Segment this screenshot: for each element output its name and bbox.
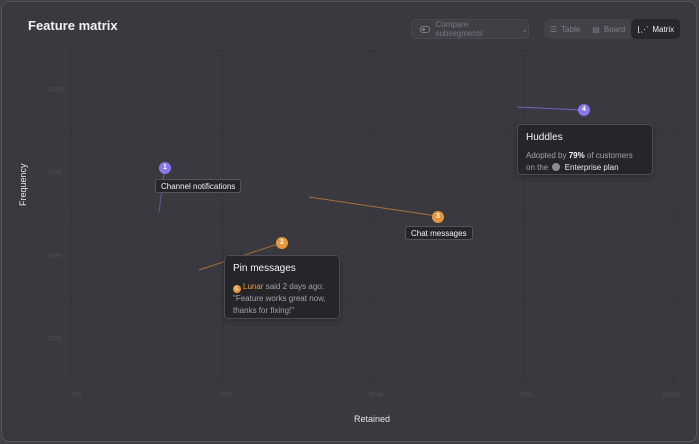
connector-chat	[308, 196, 438, 217]
adoption-mid: of customers	[586, 151, 633, 160]
point-marker-2[interactable]: 2	[276, 237, 288, 249]
huddles-card[interactable]: Huddles Adopted by 79% of customers on t…	[517, 124, 653, 175]
y-tick: 100%	[48, 87, 66, 94]
y-tick: 75%	[48, 170, 63, 177]
x-tick: 50%	[369, 392, 384, 399]
card-title: Pin messages	[233, 263, 296, 274]
x-axis-label: Retained	[354, 414, 391, 424]
plan-line: on the Enterprise plan	[526, 162, 644, 174]
point-label-channel-notifications[interactable]: Channel notifications	[155, 179, 242, 193]
comment-author[interactable]: Lunar	[243, 282, 263, 291]
comment-quote-2: thanks for fixing!"	[233, 306, 295, 315]
point-label-chat-messages[interactable]: Chat messages	[405, 226, 473, 240]
enterprise-icon	[552, 163, 561, 171]
card-title: Huddles	[526, 132, 563, 143]
point-marker-4[interactable]: 4	[578, 104, 590, 116]
x-tick: 75%	[519, 392, 534, 399]
adoption-percent: 79%	[568, 151, 585, 160]
adoption-line: Adopted by 79% of customers	[526, 150, 644, 162]
user-avatar-icon: L	[233, 285, 241, 293]
x-tick: 100%	[662, 392, 680, 399]
y-tick: 25%	[48, 336, 63, 343]
y-tick: 50%	[48, 253, 63, 260]
y-axis-label: Frequency	[18, 163, 28, 206]
feature-matrix-panel: Feature matrix Compare subsegments ⌄ ☰ T…	[1, 1, 697, 442]
point-marker-1[interactable]: 1	[159, 162, 171, 174]
comment-author-line: L Lunar said 2 days ago:	[233, 281, 331, 293]
matrix-plot	[70, 50, 676, 383]
matrix-grid	[70, 50, 676, 383]
adoption-prefix: Adopted by	[526, 151, 567, 160]
point-marker-3[interactable]: 3	[432, 211, 444, 223]
x-tick: 25%	[219, 392, 234, 399]
connector-huddles	[516, 106, 583, 111]
comment-time: said 2 days ago:	[265, 282, 324, 291]
pin-messages-card[interactable]: Pin messages L Lunar said 2 days ago: "Fe…	[224, 255, 340, 319]
x-tick: 0%	[72, 392, 83, 399]
comment-quote-1: "Feature works great now,	[233, 294, 326, 303]
plan-name: Enterprise plan	[564, 163, 619, 172]
plan-prefix: on the	[526, 163, 549, 172]
